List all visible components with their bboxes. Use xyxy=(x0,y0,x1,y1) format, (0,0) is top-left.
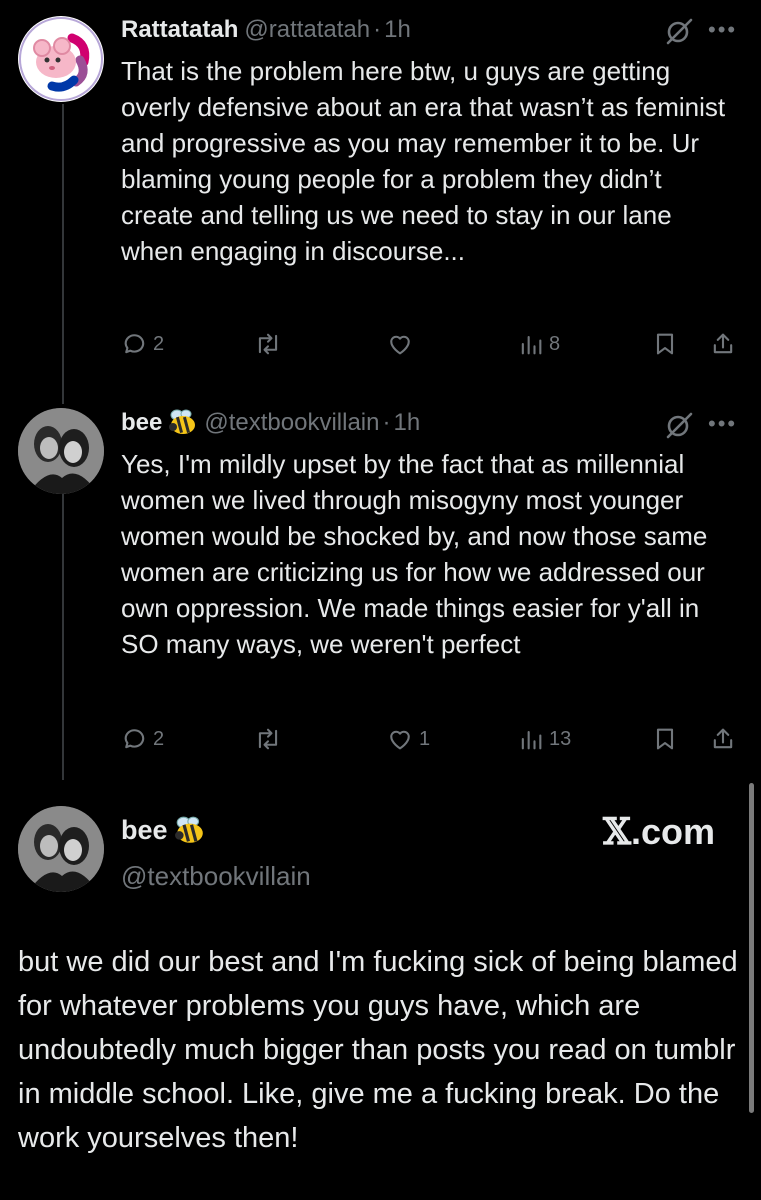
main-post-text: but we did our best and I'm fucking sick… xyxy=(18,946,738,1154)
bookmark-icon xyxy=(656,728,674,750)
reply-icon xyxy=(124,729,145,749)
bee-emoji-icon xyxy=(168,408,198,446)
reply-count: 2 xyxy=(153,332,165,355)
heart-icon xyxy=(390,730,410,750)
share-button[interactable] xyxy=(709,329,737,359)
more-icon[interactable]: ••• xyxy=(708,413,737,435)
reply-icon xyxy=(124,334,145,354)
views-button[interactable]: 13 xyxy=(517,724,571,754)
views-count: 8 xyxy=(549,332,561,355)
x-watermark: 𝕏.com xyxy=(603,810,715,854)
grok-icon[interactable] xyxy=(664,410,694,440)
repost-icon xyxy=(258,728,278,750)
tweet-text: That is the problem here btw, u guys are… xyxy=(121,56,726,266)
like-count: 1 xyxy=(419,727,431,750)
grok-icon[interactable] xyxy=(664,16,694,46)
share-button[interactable] xyxy=(709,724,737,754)
repost-icon xyxy=(258,333,278,355)
heart-icon xyxy=(390,335,410,355)
reply-button[interactable]: 2 xyxy=(121,329,164,359)
avatar[interactable] xyxy=(18,16,104,102)
views-icon xyxy=(521,730,542,750)
more-icon[interactable]: ••• xyxy=(708,19,737,41)
avatar[interactable] xyxy=(18,806,104,892)
display-name[interactable]: bee xyxy=(121,409,162,436)
bookmark-button[interactable] xyxy=(651,724,679,754)
share-icon xyxy=(713,333,733,354)
thread-connector xyxy=(62,490,64,780)
avatar[interactable] xyxy=(18,408,104,494)
scrollbar[interactable] xyxy=(749,783,754,1113)
tweet-header: bee @textbookvillain · 1h xyxy=(121,406,741,440)
tweet-actions: 2 1 13 xyxy=(121,724,741,754)
bookmark-icon xyxy=(656,333,674,355)
views-button[interactable]: 8 xyxy=(517,329,560,359)
user-handle[interactable]: @rattatatah xyxy=(244,16,370,43)
main-post-header: bee @textbookvillain xyxy=(121,812,311,894)
reply-count: 2 xyxy=(153,727,165,750)
views-icon xyxy=(521,335,542,355)
views-count: 13 xyxy=(549,727,572,750)
display-name[interactable]: bee xyxy=(121,815,168,845)
timestamp[interactable]: 1h xyxy=(384,16,411,43)
bookmark-button[interactable] xyxy=(651,329,679,359)
x-logo-icon: 𝕏 xyxy=(603,811,631,853)
reply-button[interactable]: 2 xyxy=(121,724,164,754)
display-name[interactable]: Rattatatah xyxy=(121,16,238,43)
avatar-photo-icon xyxy=(18,806,104,892)
separator: · xyxy=(373,16,382,43)
x-watermark-text: .com xyxy=(630,811,715,852)
share-icon xyxy=(713,728,733,749)
separator: · xyxy=(382,409,391,436)
thread-connector xyxy=(62,104,64,404)
timestamp[interactable]: 1h xyxy=(393,409,420,436)
user-handle[interactable]: @textbookvillain xyxy=(121,858,311,894)
tweet-actions: 2 8 xyxy=(121,329,741,359)
repost-button[interactable] xyxy=(253,329,287,359)
avatar-rat-icon xyxy=(19,17,103,101)
tweet-text: Yes, I'm mildly upset by the fact that a… xyxy=(121,449,708,659)
user-handle[interactable]: @textbookvillain xyxy=(204,409,379,436)
like-button[interactable]: 1 xyxy=(385,724,430,754)
avatar-photo-icon xyxy=(18,408,104,494)
tweet-header: Rattatatah @rattatatah · 1h xyxy=(121,13,741,47)
like-button[interactable] xyxy=(385,329,419,359)
bee-emoji-icon xyxy=(174,815,206,854)
repost-button[interactable] xyxy=(253,724,287,754)
